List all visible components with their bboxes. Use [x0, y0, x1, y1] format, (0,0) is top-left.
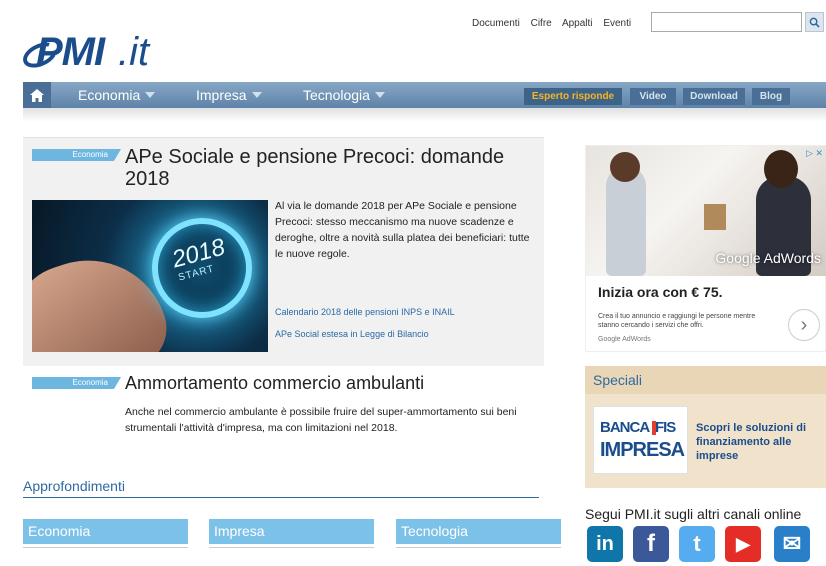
ad-body: Crea il tuo annuncio e raggiungi le pers…	[598, 313, 756, 329]
speciali-title: Speciali	[585, 366, 826, 394]
linkedin-icon[interactable]: in	[587, 526, 623, 562]
article-title[interactable]: Ammortamento commercio ambulanti	[125, 372, 525, 394]
newsletter-icon[interactable]: ✉	[774, 526, 810, 562]
pill-esperto-risponde[interactable]: Esperto risponde	[524, 88, 622, 105]
category-tecnologia[interactable]: Tecnologia	[396, 519, 561, 544]
ad-footer: Google AdWords	[598, 336, 651, 343]
chevron-right-icon[interactable]: ›	[788, 309, 820, 341]
related-link[interactable]: APe Social estesa in Legge di Bilancio	[275, 329, 429, 339]
nav-economia-label: Economia	[78, 87, 141, 103]
search-input[interactable]	[651, 12, 802, 32]
pill-video[interactable]: Video	[630, 88, 676, 105]
ad-headline[interactable]: Inizia ora con € 75.	[598, 284, 723, 300]
article-tag[interactable]: Economia	[32, 377, 121, 389]
social-title: Segui PMI.it sugli altri canali online	[585, 506, 802, 522]
top-link-cifre[interactable]: Cifre	[531, 18, 552, 29]
top-link-eventi[interactable]: Eventi	[603, 18, 631, 29]
logo-line2: IMPRESA	[600, 439, 685, 461]
divider	[209, 547, 374, 548]
pill-blog[interactable]: Blog	[752, 88, 790, 105]
divider	[396, 547, 561, 548]
divider	[23, 547, 188, 548]
person-head-shape	[764, 150, 798, 188]
logo-accent	[652, 421, 656, 435]
article-title[interactable]: APe Sociale e pensione Precoci: domande …	[125, 146, 525, 190]
home-icon	[30, 88, 44, 102]
search-button[interactable]	[805, 12, 824, 32]
ad-choices-icon[interactable]: ▷ ✕	[806, 148, 823, 159]
facebook-icon[interactable]: f	[633, 526, 669, 562]
nav-tecnologia-label: Tecnologia	[303, 87, 370, 103]
nav-impresa[interactable]: Impresa	[196, 87, 262, 103]
advertisement[interactable]: Google AdWords ▷ ✕ Inizia ora con € 75. …	[585, 145, 826, 352]
article-image[interactable]: 2018 START	[32, 200, 268, 352]
ad-brand: Google AdWords	[715, 250, 821, 266]
speciali-link[interactable]: Scopri le soluzioni di finanziamento all…	[696, 421, 821, 463]
top-links: Documenti Cifre Appalti Eventi	[472, 18, 639, 29]
main-nav: Economia Impresa Tecnologia Esperto risp…	[23, 82, 826, 108]
top-link-documenti[interactable]: Documenti	[472, 18, 520, 29]
nav-tecnologia[interactable]: Tecnologia	[303, 87, 385, 103]
nav-impresa-label: Impresa	[196, 87, 247, 103]
ad-photo: Google AdWords	[586, 146, 826, 276]
youtube-icon[interactable]: ▶	[725, 526, 761, 562]
divider	[23, 497, 539, 498]
article-summary: Anche nel commercio ambulante è possibil…	[125, 406, 517, 434]
chevron-down-icon	[145, 92, 156, 98]
header: PMI .it Documenti Cifre Appalti Eventi	[0, 0, 826, 82]
twitter-icon[interactable]: t	[679, 526, 715, 562]
category-economia[interactable]: Economia	[23, 519, 188, 544]
person-head-shape	[610, 152, 640, 182]
related-link[interactable]: Calendario 2018 delle pensioni INPS e IN…	[275, 307, 455, 317]
home-button[interactable]	[23, 82, 51, 108]
chevron-down-icon	[374, 92, 385, 98]
article-tag[interactable]: Economia	[32, 149, 121, 161]
nav-economia[interactable]: Economia	[78, 87, 156, 103]
section-title: Approfondimenti	[23, 478, 125, 494]
search-icon	[809, 17, 820, 28]
speciali-box: Speciali BANCA IFIS IMPRESA Scopri le so…	[585, 366, 826, 488]
bag-shape	[704, 204, 726, 230]
nav-shadow	[23, 108, 826, 122]
top-link-appalti[interactable]: Appalti	[562, 18, 593, 29]
pill-download[interactable]: Download	[683, 88, 745, 105]
article-summary: Al via le domande 2018 per APe Sociale e…	[275, 200, 530, 260]
banca-ifis-logo[interactable]: BANCA IFIS IMPRESA	[593, 406, 688, 474]
logo-suffix-text: .it	[118, 30, 150, 74]
chevron-down-icon	[251, 92, 262, 98]
category-impresa[interactable]: Impresa	[209, 519, 374, 544]
logo-line1: BANCA IFIS	[600, 419, 676, 436]
logo-main-text: PMI	[36, 30, 105, 74]
person-shape	[606, 166, 646, 276]
